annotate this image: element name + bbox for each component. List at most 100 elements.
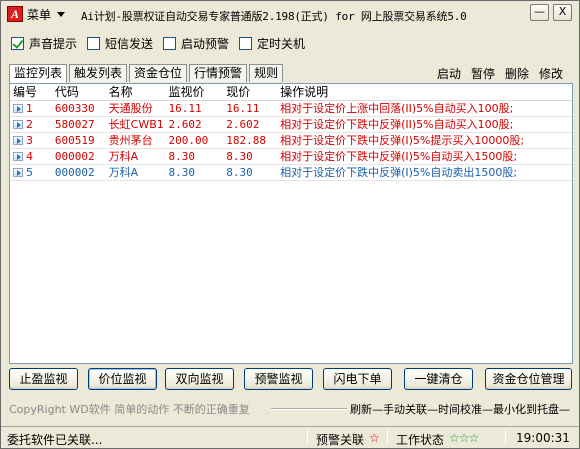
status-bar: 委托软件已关联... 预警关联 ☆ 工作状态 ☆☆☆ 19:00:31 xyxy=(1,426,579,448)
minimize-button[interactable]: — xyxy=(530,4,549,21)
option-sound-alert[interactable]: 声音提示 xyxy=(11,35,77,52)
price-monitor-button[interactable]: 价位监视 xyxy=(88,368,157,390)
table-row[interactable]: 1 600330 天通股份 16.11 16.11 相对于设定价上涨中回落(II)5%自动… xyxy=(10,101,572,117)
cell-text: 200.00 xyxy=(168,134,209,147)
cell-no: 5 xyxy=(10,165,52,180)
cell-text: 8.30 xyxy=(226,150,253,163)
cell-text: 贵州茅台 xyxy=(108,134,153,147)
cell-text: 5 xyxy=(26,166,33,179)
list-actions: 启动 暂停 删除 修改 xyxy=(437,65,563,82)
cell-text: 182.88 xyxy=(226,134,267,147)
menu-button[interactable]: 菜单 xyxy=(27,6,66,22)
close-button[interactable]: X xyxy=(553,4,572,21)
tab-monitor-list[interactable]: 监控列表 xyxy=(9,64,68,83)
timed-shutdown-checkbox[interactable] xyxy=(239,37,253,50)
table-row[interactable]: 5 000002 万科A 8.30 8.30 相对于设定价下跌中反弹(I)5%自动卖出15… xyxy=(10,165,572,181)
col-name[interactable]: 名称 xyxy=(106,84,166,100)
cell-text: 2.602 xyxy=(168,118,202,131)
cell-text: 000002 xyxy=(54,150,95,163)
copyright-text: CopyRight WD软件 简单的动作 不断的正确重复 xyxy=(9,403,250,416)
cell-price: 16.11 xyxy=(165,101,223,116)
warning-link-label: 预警关联 xyxy=(316,433,365,447)
status-divider xyxy=(387,430,388,445)
cell-current: 2.602 xyxy=(223,117,277,132)
cell-current: 16.11 xyxy=(223,101,277,116)
sound-alert-checkbox[interactable] xyxy=(11,37,24,50)
row-arrow-icon xyxy=(13,152,23,161)
table-header: 编号 代码 名称 监视价 现价 操作说明 xyxy=(10,84,572,101)
table-row[interactable]: 3 600519 贵州茅台 200.00 182.88 相对于设定价下跌中反弹(I)5%提… xyxy=(10,133,572,149)
cell-no: 3 xyxy=(10,133,52,148)
tab-trigger-list[interactable]: 触发列表 xyxy=(69,64,128,82)
options-row: 声音提示 短信发送 启动预警 定时关机 xyxy=(11,35,305,52)
cell-desc: 相对于设定价下跌中反弹(I)5%提示买入10000股; xyxy=(277,133,572,148)
cell-text: 万科A xyxy=(108,166,139,179)
cell-text: 2.602 xyxy=(226,118,260,131)
cell-text: 8.30 xyxy=(226,166,253,179)
modify-link[interactable]: 修改 xyxy=(539,65,563,82)
work-status-stars-icon: ☆☆☆ xyxy=(449,431,479,445)
cell-text: 000002 xyxy=(54,166,95,179)
warning-monitor-button[interactable]: 预警监视 xyxy=(244,368,313,390)
status-message: 委托软件已关联... xyxy=(7,433,103,447)
sms-send-checkbox[interactable] xyxy=(87,37,101,50)
cell-text: 天通股份 xyxy=(108,102,153,115)
flash-order-button[interactable]: 闪电下单 xyxy=(323,368,392,390)
cell-text: 1 xyxy=(26,102,33,115)
row-arrow-icon xyxy=(13,104,23,113)
delete-link[interactable]: 删除 xyxy=(505,65,529,82)
cell-code: 000002 xyxy=(52,149,106,164)
chevron-down-icon xyxy=(57,11,66,17)
cell-current: 182.88 xyxy=(223,133,277,148)
two-way-monitor-button[interactable]: 双向监视 xyxy=(165,368,234,390)
cell-text: 相对于设定价下跌中反弹(I)5%提示买入10000股; xyxy=(280,134,525,147)
take-profit-monitor-button[interactable]: 止盈监视 xyxy=(9,368,78,390)
cell-no: 2 xyxy=(10,117,52,132)
table-row[interactable]: 2 580027 长虹CWB1 2.602 2.602 相对于设定价下跌中反弹(II)5%… xyxy=(10,117,572,133)
menu-label: 菜单 xyxy=(27,7,52,22)
cell-text: 8.30 xyxy=(168,166,195,179)
cell-text: 8.30 xyxy=(168,150,195,163)
monitor-table[interactable]: 编号 代码 名称 监视价 现价 操作说明 1 600330 天通股份 16.11 16.… xyxy=(9,83,573,364)
tab-rules[interactable]: 规则 xyxy=(249,64,284,82)
cell-text: 580027 xyxy=(54,118,95,131)
cell-code: 580027 xyxy=(52,117,106,132)
col-description[interactable]: 操作说明 xyxy=(277,84,572,100)
cell-current: 8.30 xyxy=(223,165,277,180)
tab-fund-position[interactable]: 资金仓位 xyxy=(129,64,188,82)
divider xyxy=(271,408,347,410)
clear-position-button[interactable]: 一键清仓 xyxy=(404,368,473,390)
cell-price: 8.30 xyxy=(165,149,223,164)
clock-time: 19:00:31 xyxy=(516,431,570,445)
cell-text: 600330 xyxy=(54,102,95,115)
option-timed-shutdown[interactable]: 定时关机 xyxy=(239,35,305,52)
cell-name: 万科A xyxy=(106,165,166,180)
cell-name: 贵州茅台 xyxy=(106,133,166,148)
col-current-price[interactable]: 现价 xyxy=(223,84,277,100)
main-window: A 菜单 Ai计划-股票权证自动交易专家普通版2.198(正式) for 网上股… xyxy=(0,0,580,449)
cell-desc: 相对于设定价上涨中回落(II)5%自动买入100股; xyxy=(277,101,572,116)
cell-name: 天通股份 xyxy=(106,101,166,116)
cell-text: 600519 xyxy=(54,134,95,147)
timed-shutdown-label: 定时关机 xyxy=(257,37,306,51)
cell-desc: 相对于设定价下跌中反弹(I)5%自动卖出1500股; xyxy=(277,165,572,180)
fund-position-manage-button[interactable]: 资金仓位管理 xyxy=(485,368,572,390)
option-start-warning[interactable]: 启动预警 xyxy=(163,35,229,52)
cell-text: 16.11 xyxy=(226,102,260,115)
app-logo-icon[interactable]: A xyxy=(7,6,23,22)
option-sms-send[interactable]: 短信发送 xyxy=(87,35,153,52)
cell-name: 长虹CWB1 xyxy=(106,117,166,132)
cell-current: 8.30 xyxy=(223,149,277,164)
table-row[interactable]: 4 000002 万科A 8.30 8.30 相对于设定价下跌中反弹(I)5%自动买入15… xyxy=(10,149,572,165)
start-link[interactable]: 启动 xyxy=(437,65,461,82)
col-watch-price[interactable]: 监视价 xyxy=(165,84,223,100)
start-warning-checkbox[interactable] xyxy=(163,37,177,50)
sms-send-label: 短信发送 xyxy=(105,37,154,51)
window-title: Ai计划-股票权证自动交易专家普通版2.198(正式) for 网上股票交易系统… xyxy=(81,10,467,23)
tab-quote-warning[interactable]: 行情预警 xyxy=(189,64,248,82)
col-code[interactable]: 代码 xyxy=(52,84,106,100)
cell-code: 600519 xyxy=(52,133,106,148)
col-no[interactable]: 编号 xyxy=(10,84,52,100)
pause-link[interactable]: 暂停 xyxy=(471,65,495,82)
cell-desc: 相对于设定价下跌中反弹(I)5%自动买入1500股; xyxy=(277,149,572,164)
